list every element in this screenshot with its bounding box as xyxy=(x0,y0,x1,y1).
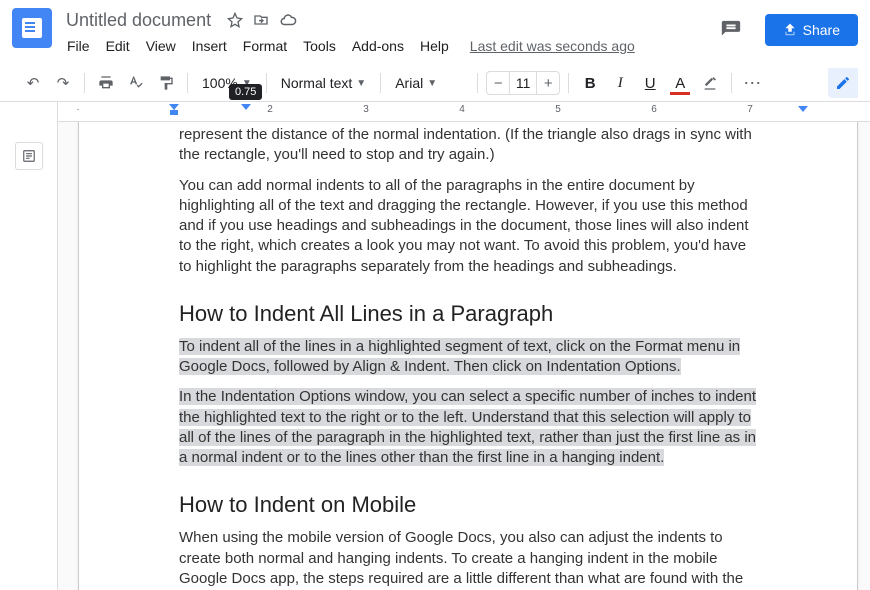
more-toolbar-button[interactable]: ⋯ xyxy=(740,70,766,96)
separator xyxy=(380,73,381,93)
body-paragraph[interactable]: represent the distance of the normal ind… xyxy=(179,125,757,166)
undo-icon[interactable]: ↶ xyxy=(20,70,46,96)
move-icon[interactable] xyxy=(253,12,269,28)
menu-view[interactable]: View xyxy=(139,34,183,58)
italic-button[interactable]: I xyxy=(607,70,633,96)
ruler-number: 7 xyxy=(747,104,753,115)
bold-button[interactable]: B xyxy=(577,70,603,96)
ruler-number: 3 xyxy=(363,104,369,115)
font-dropdown[interactable]: Arial ▼ xyxy=(389,70,469,96)
first-line-indent-marker[interactable] xyxy=(169,104,179,115)
menu-file[interactable]: File xyxy=(60,34,97,58)
redo-icon[interactable]: ↷ xyxy=(50,70,76,96)
heading[interactable]: How to Indent on Mobile xyxy=(179,492,757,518)
ruler-number: 2 xyxy=(267,104,273,115)
menu-addons[interactable]: Add-ons xyxy=(345,34,411,58)
separator xyxy=(266,73,267,93)
underline-button[interactable]: U xyxy=(637,70,663,96)
left-indent-marker[interactable]: 0.75 xyxy=(241,104,251,110)
heading[interactable]: How to Indent All Lines in a Paragraph xyxy=(179,301,757,327)
separator xyxy=(84,73,85,93)
share-button[interactable]: Share xyxy=(765,14,858,46)
docs-logo-icon[interactable] xyxy=(12,8,52,48)
star-icon[interactable] xyxy=(227,12,243,28)
menu-insert[interactable]: Insert xyxy=(185,34,234,58)
print-icon[interactable] xyxy=(93,70,119,96)
font-size-value[interactable]: 11 xyxy=(509,72,537,94)
document-title[interactable]: Untitled document xyxy=(60,8,217,33)
font-size-control: − 11 + xyxy=(486,71,560,95)
last-edit-link[interactable]: Last edit was seconds ago xyxy=(470,38,635,54)
separator xyxy=(477,73,478,93)
spellcheck-icon[interactable] xyxy=(123,70,149,96)
document-page[interactable]: represent the distance of the normal ind… xyxy=(78,122,858,590)
separator xyxy=(731,73,732,93)
separator xyxy=(187,73,188,93)
paragraph-style-dropdown[interactable]: Normal text ▼ xyxy=(275,70,372,96)
ruler-number: 4 xyxy=(459,104,465,115)
font-size-decrease[interactable]: − xyxy=(487,72,509,94)
separator xyxy=(568,73,569,93)
paragraph-style-value: Normal text xyxy=(281,75,353,91)
font-size-increase[interactable]: + xyxy=(537,72,559,94)
right-indent-marker[interactable] xyxy=(798,106,808,112)
body-paragraph[interactable]: In the Indentation Options window, you c… xyxy=(179,387,757,468)
horizontal-ruler[interactable]: · 1 2 3 4 5 6 7 0.75 xyxy=(58,102,870,122)
toolbar: ↶ ↷ 100% ▼ Normal text ▼ Arial ▼ − 11 + … xyxy=(0,64,870,102)
comments-icon[interactable] xyxy=(713,12,749,48)
menu-format[interactable]: Format xyxy=(236,34,294,58)
chevron-down-icon: ▼ xyxy=(356,78,366,89)
ruler-number: 5 xyxy=(555,104,561,115)
menu-bar: File Edit View Insert Format Tools Add-o… xyxy=(60,34,713,58)
selected-text[interactable]: To indent all of the lines in a highligh… xyxy=(179,338,740,375)
text-color-button[interactable]: A xyxy=(667,70,693,96)
selected-text[interactable]: In the Indentation Options window, you c… xyxy=(179,388,756,466)
share-button-label: Share xyxy=(803,22,840,38)
paint-format-icon[interactable] xyxy=(153,70,179,96)
editing-mode-icon[interactable] xyxy=(828,68,858,98)
document-outline-icon[interactable] xyxy=(15,142,43,170)
cloud-status-icon[interactable] xyxy=(279,11,297,29)
body-paragraph[interactable]: You can add normal indents to all of the… xyxy=(179,176,757,277)
menu-edit[interactable]: Edit xyxy=(99,34,137,58)
ruler-number: 6 xyxy=(651,104,657,115)
indent-tooltip: 0.75 xyxy=(229,84,262,100)
body-paragraph[interactable]: To indent all of the lines in a highligh… xyxy=(179,337,757,378)
font-value: Arial xyxy=(395,75,423,91)
menu-tools[interactable]: Tools xyxy=(296,34,343,58)
menu-help[interactable]: Help xyxy=(413,34,456,58)
body-paragraph[interactable]: When using the mobile version of Google … xyxy=(179,528,757,590)
highlight-icon[interactable] xyxy=(697,70,723,96)
chevron-down-icon: ▼ xyxy=(427,78,437,89)
